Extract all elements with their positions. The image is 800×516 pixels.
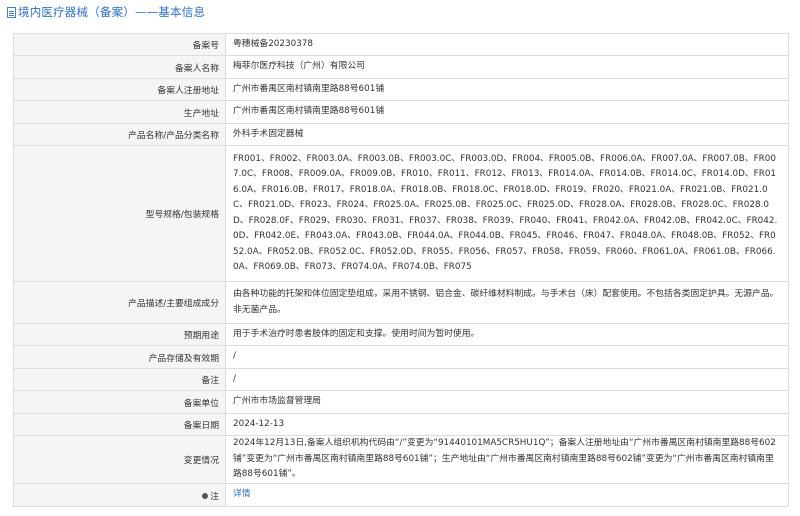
detail-link[interactable]: 详情 [233, 489, 251, 499]
row-label: 备案人名称 [13, 55, 226, 79]
row-value: 外科手术固定器械 [225, 123, 789, 146]
row-label: 产品描述/主要组成成分 [13, 281, 226, 324]
row-value: / [225, 345, 789, 369]
table-row: 型号规格/包装规格 FR001、FR002、FR003.0A、FR003.0B、… [13, 145, 789, 282]
page-header: 境内医疗器械（备案）——基本信息 [0, 0, 800, 24]
row-label: 生产地址 [13, 100, 226, 124]
row-value: / [225, 368, 789, 391]
table-row: 生产地址 广州市番禺区南村镇南里路88号601铺 [13, 100, 789, 124]
table-row: 备注 / [13, 368, 789, 391]
change-history: 2024年12月13日,备案人组织机构代码由“/”变更为“91440101MA5… [225, 435, 789, 484]
table-row: 备案单位 广州市市场监督管理局 [13, 390, 789, 414]
row-value: 用于手术治疗时患者肢体的固定和支撑。使用时间为暂时使用。 [225, 323, 789, 346]
row-value: 由各种功能的托架和体位固定垫组成，采用不锈钢、铝合金、碳纤维材料制成。与手术台（… [225, 281, 789, 324]
row-value: 广州市市场监督管理局 [225, 390, 789, 414]
row-label: 型号规格/包装规格 [13, 145, 226, 282]
page-title: 境内医疗器械（备案）——基本信息 [18, 5, 206, 19]
row-label: 产品名称/产品分类名称 [13, 123, 226, 146]
table-row: 备案人名称 梅菲尔医疗科技（广州）有限公司 [13, 55, 789, 79]
document-icon [7, 6, 16, 18]
row-value: 广州市番禺区南村镇南里路88号601铺 [225, 78, 789, 101]
row-label: 预期用途 [13, 323, 226, 346]
table-row: 备案号 粤穗械备20230378 [13, 33, 789, 56]
table-row: 备案人注册地址 广州市番禺区南村镇南里路88号601铺 [13, 78, 789, 101]
table-row: 预期用途 用于手术治疗时患者肢体的固定和支撑。使用时间为暂时使用。 [13, 323, 789, 346]
table-row: 变更情况 2024年12月13日,备案人组织机构代码由“/”变更为“914401… [13, 435, 789, 484]
table-row: 产品存储及有效期 / [13, 345, 789, 369]
model-spec-list: FR001、FR002、FR003.0A、FR003.0B、FR003.0C、F… [225, 145, 789, 282]
table-row: 产品名称/产品分类名称 外科手术固定器械 [13, 123, 789, 146]
row-label: 变更情况 [13, 435, 226, 484]
table-row: 产品描述/主要组成成分 由各种功能的托架和体位固定垫组成，采用不锈钢、铝合金、碳… [13, 281, 789, 324]
row-label: 备案单位 [13, 390, 226, 414]
row-label: 产品存储及有效期 [13, 345, 226, 369]
table-row: 备案日期 2024-12-13 [13, 413, 789, 436]
note-label-text: 注 [210, 491, 219, 502]
row-value: 梅菲尔医疗科技（广州）有限公司 [225, 55, 789, 79]
info-table: 备案号 粤穗械备20230378 备案人名称 梅菲尔医疗科技（广州）有限公司 备… [13, 33, 789, 507]
row-value: 2024-12-13 [225, 413, 789, 436]
note-label: 注 [13, 483, 226, 507]
note-icon [202, 493, 209, 499]
row-label: 备案号 [13, 33, 226, 56]
row-value: 广州市番禺区南村镇南里路88号601铺 [225, 100, 789, 124]
row-label: 备案人注册地址 [13, 78, 226, 101]
row-value: 粤穗械备20230378 [225, 33, 789, 56]
row-label: 备注 [13, 368, 226, 391]
row-value: 详情 [225, 483, 789, 507]
table-row: 注 详情 [13, 483, 789, 507]
row-label: 备案日期 [13, 413, 226, 436]
